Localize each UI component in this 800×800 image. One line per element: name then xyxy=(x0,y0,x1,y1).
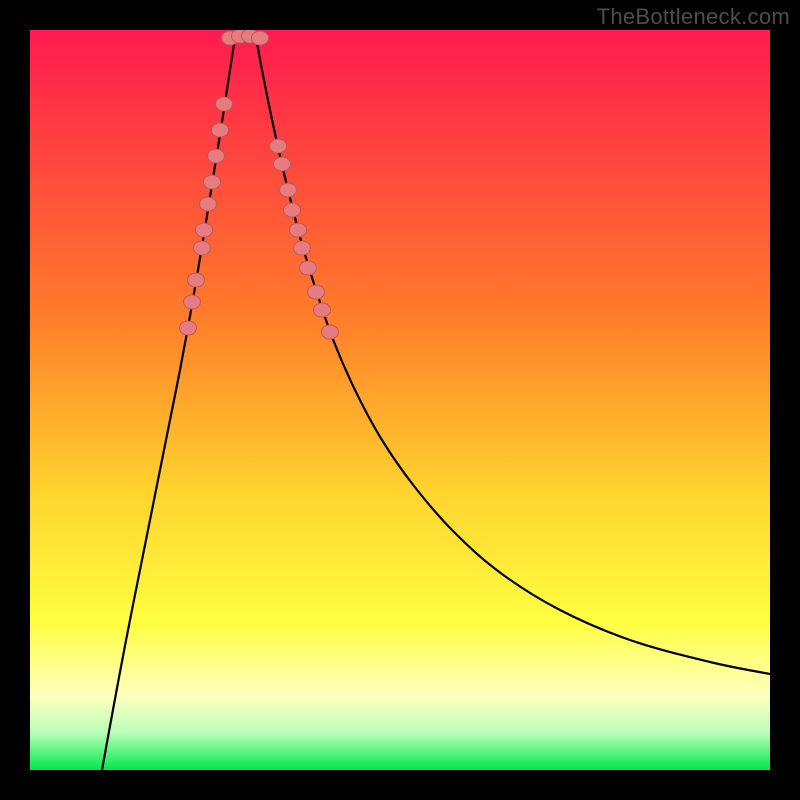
data-point-dot xyxy=(212,123,229,137)
curve-left-branch xyxy=(102,32,236,770)
chart-frame: TheBottleneck.com xyxy=(0,0,800,800)
data-point-dot xyxy=(280,183,297,197)
data-point-dot xyxy=(180,321,197,335)
data-point-dot xyxy=(294,241,311,255)
data-point-dot xyxy=(208,149,225,163)
data-point-dot xyxy=(196,223,213,237)
data-point-dot xyxy=(204,175,221,189)
bottleneck-curve xyxy=(30,30,770,770)
data-point-dot xyxy=(188,273,205,287)
data-point-dot xyxy=(300,261,317,275)
data-point-dot xyxy=(290,223,307,237)
data-point-dot xyxy=(274,157,291,171)
data-point-dot xyxy=(270,139,287,153)
data-point-dot xyxy=(284,203,301,217)
data-point-dot xyxy=(200,197,217,211)
data-point-dot xyxy=(194,241,211,255)
data-point-dot xyxy=(314,303,331,317)
curve-right-branch xyxy=(255,32,770,674)
curve-dots-group xyxy=(180,30,339,339)
data-point-dot xyxy=(184,295,201,309)
watermark-text: TheBottleneck.com xyxy=(597,4,790,30)
data-point-dot xyxy=(322,325,339,339)
plot-area xyxy=(30,30,770,770)
data-point-dot xyxy=(252,31,269,45)
data-point-dot xyxy=(216,97,233,111)
data-point-dot xyxy=(308,285,325,299)
